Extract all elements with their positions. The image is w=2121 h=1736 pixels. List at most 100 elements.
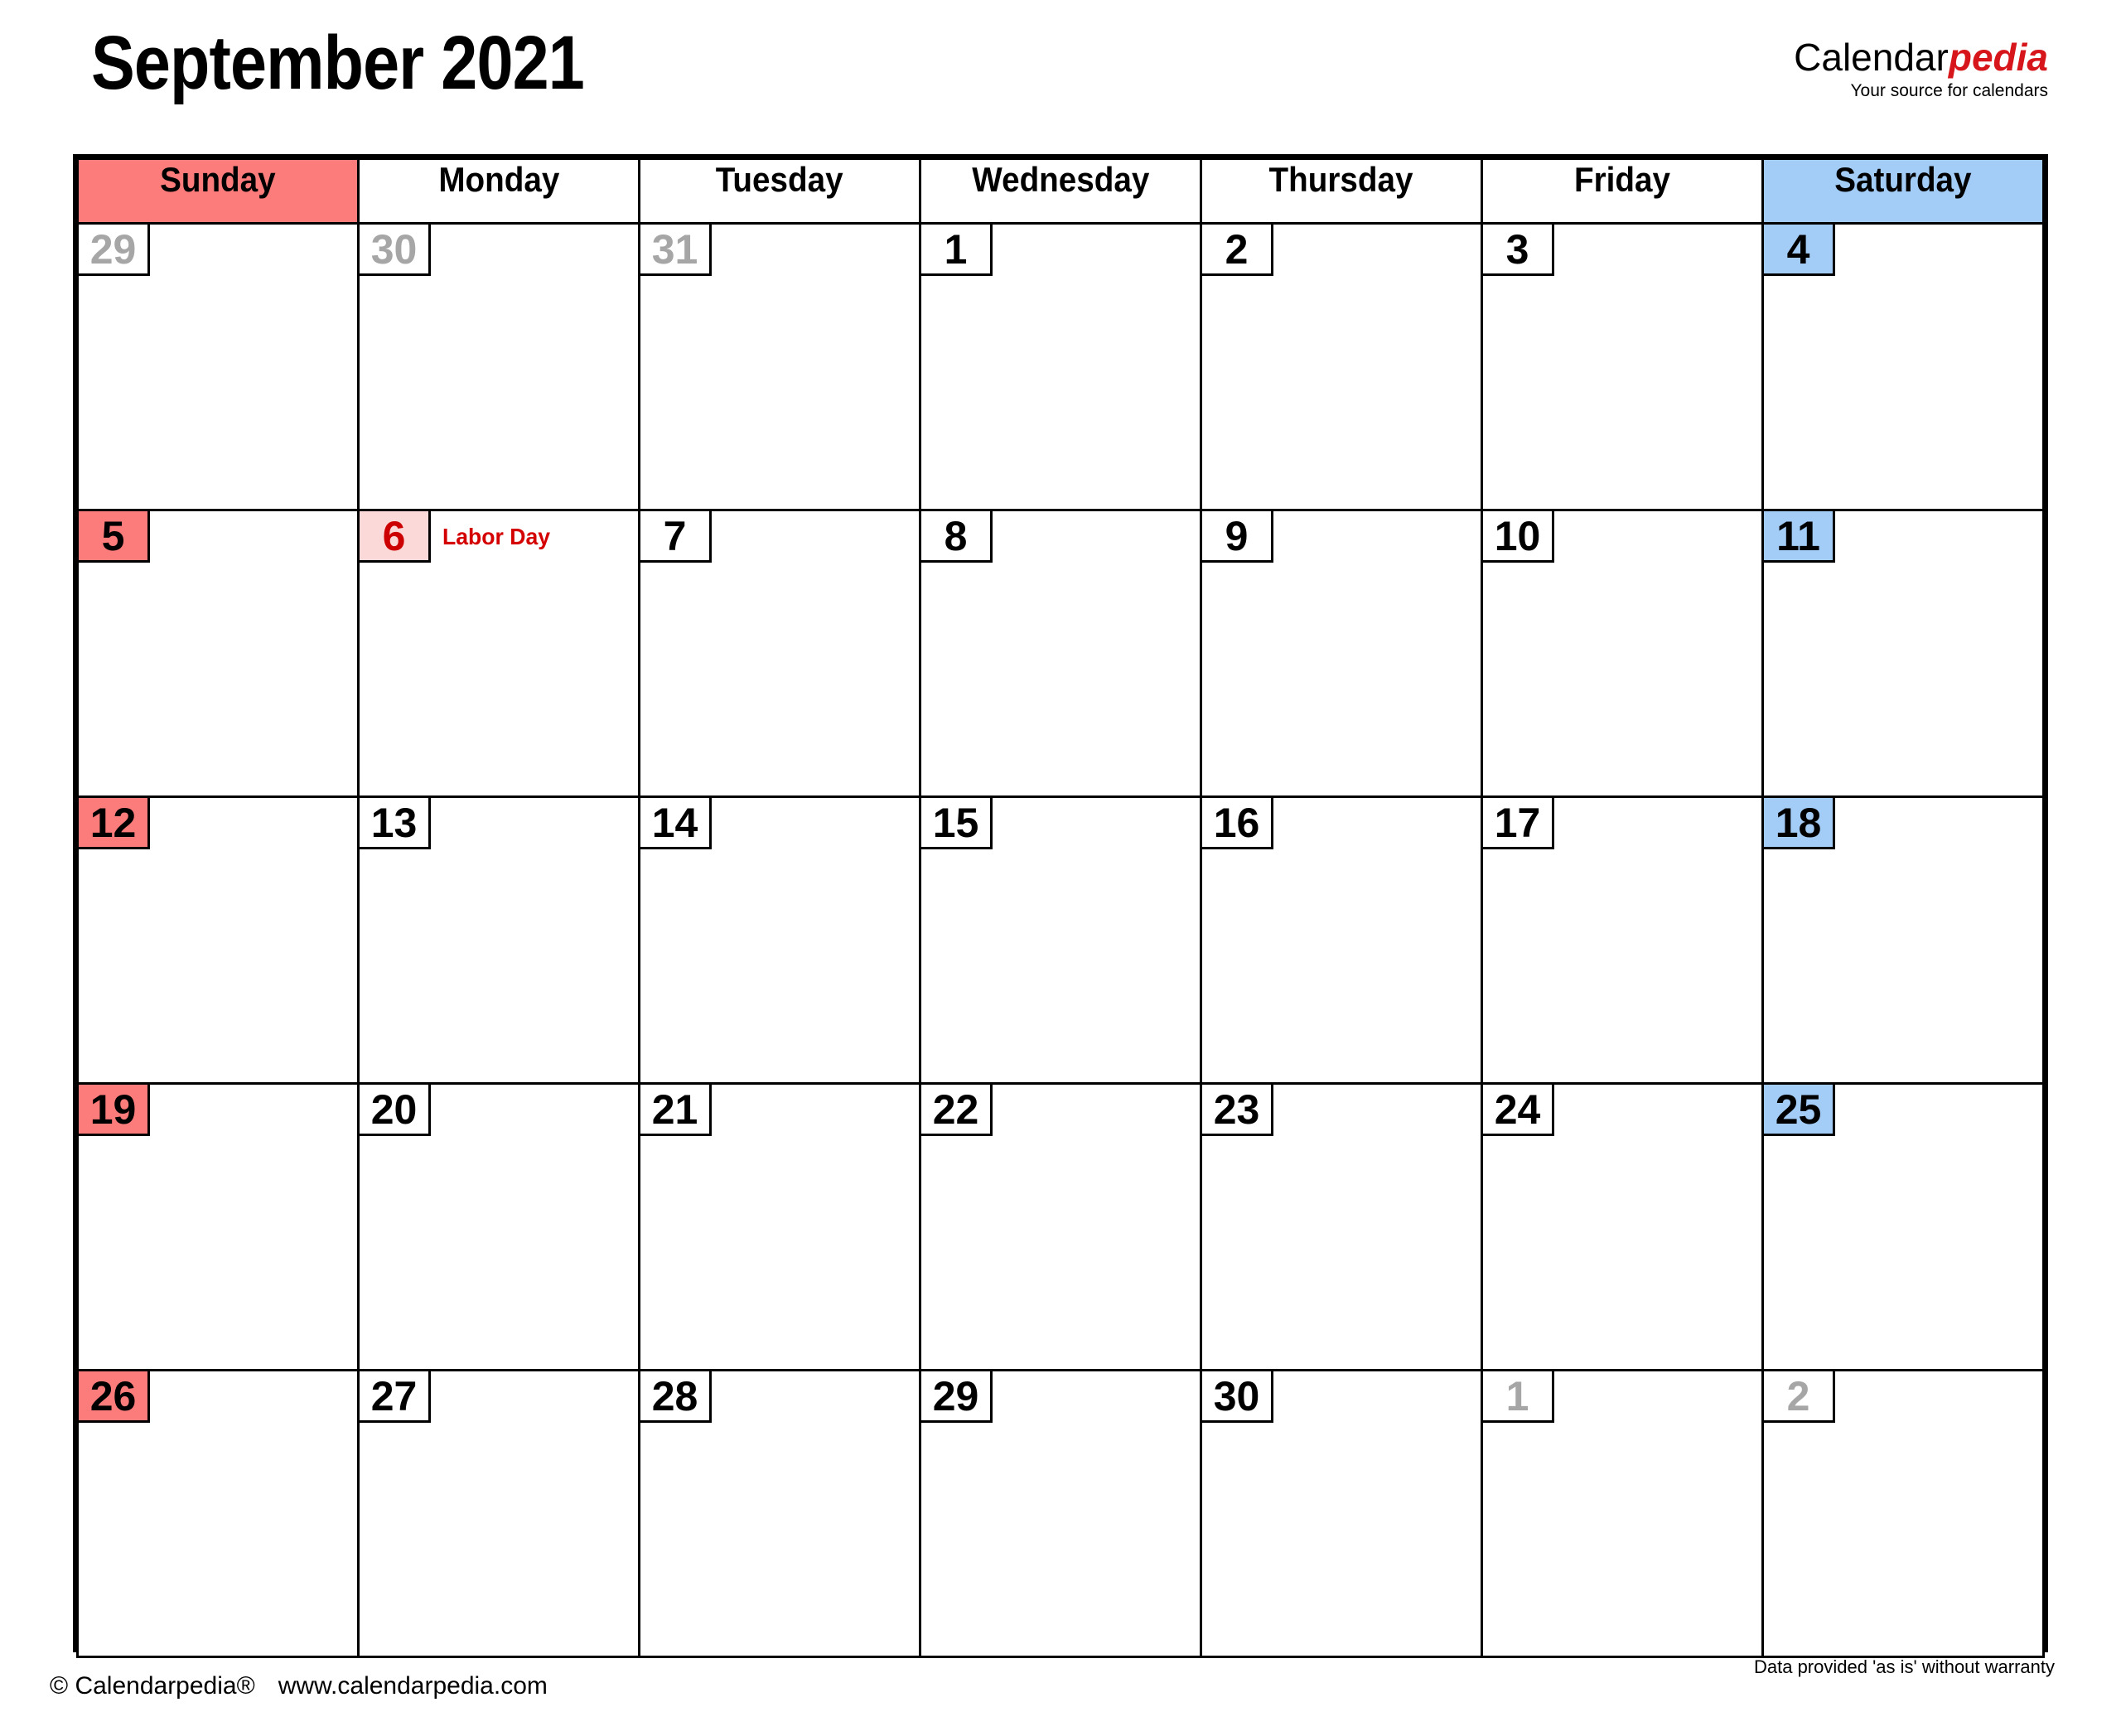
calendar-day-cell[interactable]: 6 Labor Day xyxy=(357,509,640,798)
calendarpedia-logo[interactable]: Calendarpedia Your source for calendars xyxy=(1794,38,2048,99)
calendar-day-cell[interactable]: 26 xyxy=(76,1369,360,1658)
day-cell-content: 4 xyxy=(1764,225,2042,509)
day-cell-content: 1 xyxy=(921,225,1200,509)
calendar-day-cell[interactable]: 17 xyxy=(1481,795,1764,1085)
calendar-day-cell[interactable]: 29 xyxy=(919,1369,1202,1658)
day-number-box: 4 xyxy=(1764,225,1835,276)
calendar-day-cell[interactable]: 1 xyxy=(1481,1369,1764,1658)
day-cell-content: 11 xyxy=(1764,511,2042,795)
footer-website-link[interactable]: www.calendarpedia.com xyxy=(278,1672,548,1700)
calendar-day-cell[interactable]: 7 xyxy=(638,509,921,798)
calendar-day-cell[interactable]: 18 xyxy=(1761,795,2045,1085)
day-number-box: 15 xyxy=(921,798,993,849)
day-cell-content: 17 xyxy=(1483,798,1761,1082)
calendar-day-cell[interactable]: 19 xyxy=(76,1082,360,1371)
day-number-box: 25 xyxy=(1764,1085,1835,1136)
calendar-day-cell[interactable]: 5 xyxy=(76,509,360,798)
calendar-day-cell[interactable]: 22 xyxy=(919,1082,1202,1371)
calendar-day-cell[interactable]: 31 xyxy=(638,222,921,511)
day-cell-content: 25 xyxy=(1764,1085,2042,1369)
calendar-day-cell[interactable]: 30 xyxy=(357,222,640,511)
calendar-day-cell[interactable]: 10 xyxy=(1481,509,1764,798)
brand-tagline: Your source for calendars xyxy=(1850,81,2048,100)
footer-copyright: © Calendarpedia® xyxy=(50,1672,255,1700)
day-number-box: 17 xyxy=(1483,798,1554,849)
calendar-week-row: 29 30 31 1 2 3 4 xyxy=(76,222,2045,511)
calendar-day-cell[interactable]: 27 xyxy=(357,1369,640,1658)
calendar-day-cell[interactable]: 2 xyxy=(1200,222,1483,511)
calendar-day-cell[interactable]: 21 xyxy=(638,1082,921,1371)
calendar-day-cell[interactable]: 3 xyxy=(1481,222,1764,511)
day-number-box: 26 xyxy=(79,1371,150,1423)
calendar-header-row: Sunday Monday Tuesday Wednesday Thursday Frid… xyxy=(76,157,2045,225)
calendar-day-cell[interactable]: 29 xyxy=(76,222,360,511)
day-cell-content: 29 xyxy=(921,1371,1200,1656)
day-cell-content: 5 xyxy=(79,511,357,795)
day-number-box: 27 xyxy=(360,1371,431,1423)
day-number-box: 19 xyxy=(79,1085,150,1136)
day-cell-content: 20 xyxy=(360,1085,638,1369)
page-title: September 2021 xyxy=(91,21,585,105)
day-cell-content: 15 xyxy=(921,798,1200,1082)
day-cell-content: 28 xyxy=(640,1371,919,1656)
day-cell-content: 30 xyxy=(360,225,638,509)
day-number-box: 30 xyxy=(1202,1371,1273,1423)
day-cell-content: 31 xyxy=(640,225,919,509)
calendar-day-cell[interactable]: 4 xyxy=(1761,222,2045,511)
day-number-box: 12 xyxy=(79,798,150,849)
calendar-body: 29 30 31 1 2 3 4 5 6 Labor Day 7 8 9 10 11 12 13 14 15 16 17… xyxy=(76,222,2045,1658)
calendar-day-cell[interactable]: 13 xyxy=(357,795,640,1085)
weekday-header-label: Sunday xyxy=(160,160,276,199)
day-number-box: 29 xyxy=(921,1371,993,1423)
day-cell-content: 26 xyxy=(79,1371,357,1656)
calendar-day-cell[interactable]: 30 xyxy=(1200,1369,1483,1658)
day-cell-content: 30 xyxy=(1202,1371,1481,1656)
calendar-day-cell[interactable]: 1 xyxy=(919,222,1202,511)
calendar-day-cell[interactable]: 16 xyxy=(1200,795,1483,1085)
calendar-day-cell[interactable]: 12 xyxy=(76,795,360,1085)
day-number-box: 2 xyxy=(1202,225,1273,276)
footer-left: © Calendarpedia® www.calendarpedia.com xyxy=(50,1672,548,1700)
day-number-box: 20 xyxy=(360,1085,431,1136)
weekday-header-saturday: Saturday xyxy=(1761,157,2045,225)
holiday-label: Labor Day xyxy=(442,524,551,549)
day-number-box: 2 xyxy=(1764,1371,1835,1423)
calendar-day-cell[interactable]: 2 xyxy=(1761,1369,2045,1658)
calendar-table: Sunday Monday Tuesday Wednesday Thursday Frid… xyxy=(76,157,2045,1658)
calendar-day-cell[interactable]: 25 xyxy=(1761,1082,2045,1371)
day-cell-content: 23 xyxy=(1202,1085,1481,1369)
day-cell-content: 8 xyxy=(921,511,1200,795)
day-number-box: 7 xyxy=(640,511,712,563)
day-cell-content: 9 xyxy=(1202,511,1481,795)
calendar-day-cell[interactable]: 20 xyxy=(357,1082,640,1371)
day-cell-content: 14 xyxy=(640,798,919,1082)
day-cell-content: 24 xyxy=(1483,1085,1761,1369)
day-number-box: 1 xyxy=(921,225,993,276)
calendar-day-cell[interactable]: 15 xyxy=(919,795,1202,1085)
day-number-box: 28 xyxy=(640,1371,712,1423)
calendar-day-cell[interactable]: 14 xyxy=(638,795,921,1085)
day-cell-content: 2 xyxy=(1764,1371,2042,1656)
day-number-box: 23 xyxy=(1202,1085,1273,1136)
calendar-day-cell[interactable]: 8 xyxy=(919,509,1202,798)
day-number-box: 22 xyxy=(921,1085,993,1136)
calendar-day-cell[interactable]: 23 xyxy=(1200,1082,1483,1371)
calendar-grid: Sunday Monday Tuesday Wednesday Thursday Frid… xyxy=(73,154,2048,1658)
brand-wordmark-pedia: pedia xyxy=(1948,36,2048,79)
calendar-day-cell[interactable]: 24 xyxy=(1481,1082,1764,1371)
calendar-week-row: 19 20 21 22 23 24 25 xyxy=(76,1082,2045,1371)
weekday-header-monday: Monday xyxy=(357,157,640,225)
calendar-day-cell[interactable]: 28 xyxy=(638,1369,921,1658)
day-number-box: 31 xyxy=(640,225,712,276)
day-cell-content: 3 xyxy=(1483,225,1761,509)
day-cell-content: 19 xyxy=(79,1085,357,1369)
calendar-day-cell[interactable]: 9 xyxy=(1200,509,1483,798)
day-number-box: 11 xyxy=(1764,511,1835,563)
day-cell-content: 7 xyxy=(640,511,919,795)
day-number-box: 3 xyxy=(1483,225,1554,276)
weekday-header-tuesday: Tuesday xyxy=(638,157,921,225)
calendar-day-cell[interactable]: 11 xyxy=(1761,509,2045,798)
day-number-box: 1 xyxy=(1483,1371,1554,1423)
day-cell-content: 1 xyxy=(1483,1371,1761,1656)
day-number-box: 14 xyxy=(640,798,712,849)
